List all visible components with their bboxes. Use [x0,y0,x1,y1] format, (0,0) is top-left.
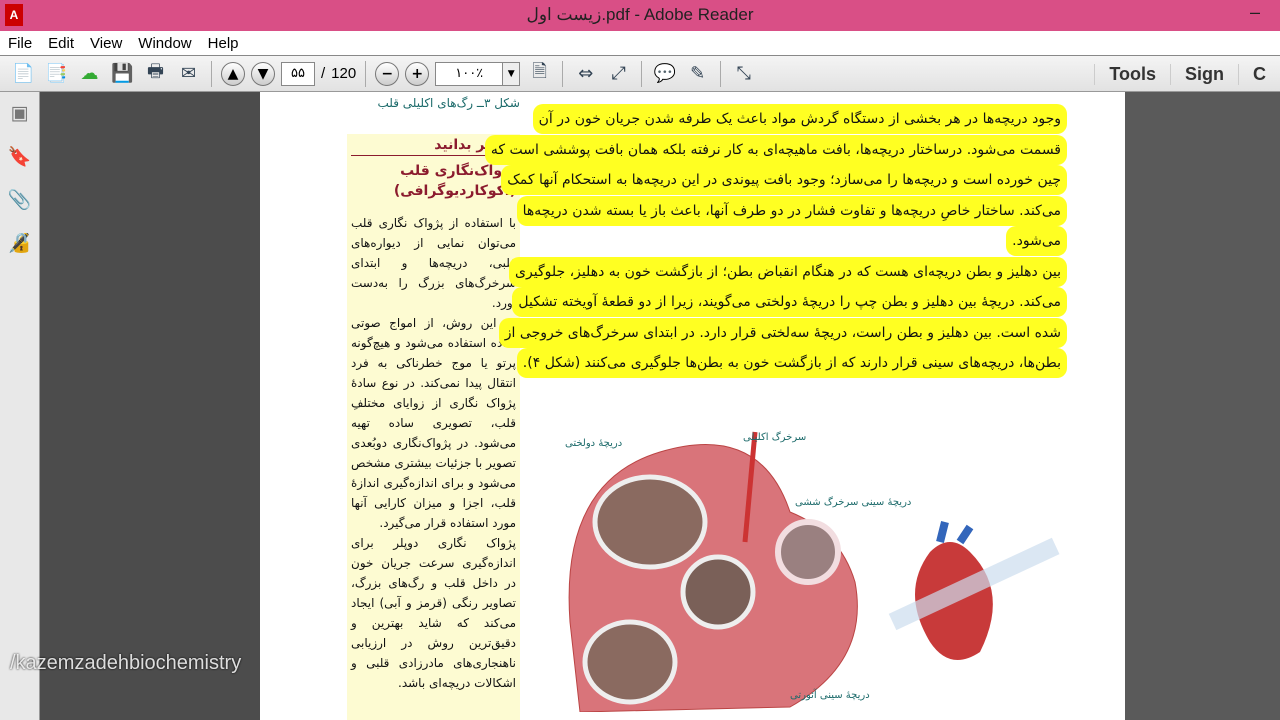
create-pdf-icon[interactable]: 📑 [43,60,70,87]
menu-file[interactable]: File [8,35,32,52]
zoom-in-button[interactable]: + [405,61,430,86]
label-mitral-valve: دریچهٔ دولختی [565,438,623,449]
comment-icon[interactable]: 💬 [651,60,678,87]
box-paragraph: پژواک نگاری دوپلر برای اندازه‌گیری سرعت … [351,536,516,690]
highlighted-line: می‌کند. دریچهٔ بین دهلیز و بطن چپ را دری… [512,287,1067,317]
page-view-icon[interactable]: 🗎 [526,60,553,87]
divider [562,60,564,87]
highlighted-line: می‌شود. [1006,226,1067,256]
heart-valves-figure: دریچهٔ دولختی سرخرگ اکلیلی دریچهٔ سینی س… [540,422,1070,713]
heart-valves-illustration [568,431,1060,713]
watermark: /kazemzadehbiochemistry [10,652,242,674]
box-paragraph: با استفاده از پژواک نگاری قلب می‌توان نم… [351,216,516,310]
document-background-right [1125,92,1280,720]
open-icon[interactable]: 📄 [10,60,37,87]
window-title: زیست اول.pdf - Adobe Reader [526,5,754,24]
highlight-icon[interactable]: ✎ [684,60,711,87]
divider [211,60,212,87]
zoom-out-button[interactable]: − [375,61,400,86]
pdf-page: شکل ۳ــ رگ‌های اکلیلی قلب بیشتر بدانید پ… [260,92,1125,720]
toolbar: 📄 📑 ☁ 💾 🖶 ✉ ▲ ▼ ۵۵ / 120 − + ۱۰۰٪ ▼ 🗎 ⇔ … [0,55,1280,92]
print-icon[interactable]: 🖶 [142,60,169,87]
fit-width-icon[interactable]: ⇔ [572,60,599,87]
label-aortic-valve: دریچهٔ سینی آئورتی [790,690,870,701]
menu-help[interactable]: Help [208,35,239,52]
previous-page-button[interactable]: ▲ [221,61,245,86]
navigation-pane: ▣ 🔖 📎 🔏 [0,92,40,720]
highlighted-line: بطن‌ها، دریچه‌های سینی قرار دارند که از … [516,348,1067,378]
box-subtitle: (اکوکاردیوگرافی) [393,183,516,199]
menu-window[interactable]: Window [138,35,191,52]
page-total: 120 [331,65,357,82]
document-background-left [40,92,260,720]
box-paragraph: در این روش، از امواج صوتی ساده استفاده م… [351,316,516,530]
page-number-input[interactable]: ۵۵ [281,61,315,86]
highlighted-line: چین خورده است و دریچه‌ها را می‌سازد؛ وجو… [501,165,1067,195]
sign-button[interactable]: Sign [1170,64,1238,85]
next-page-button[interactable]: ▼ [251,61,275,86]
body-text: وجود دریچه‌ها در هر بخشی از دستگاه گردش … [484,104,1067,379]
title-bar: A زیست اول.pdf - Adobe Reader – [0,0,1280,31]
right-panels: Tools Sign C [1094,56,1280,93]
bookmark-icon[interactable]: 🔖 [8,145,32,169]
highlighted-line: وجود دریچه‌ها در هر بخشی از دستگاه گردش … [532,104,1067,134]
minimize-button[interactable]: – [1250,2,1260,23]
page-separator: / [321,65,326,82]
email-icon[interactable]: ✉ [175,60,202,87]
save-icon[interactable]: 💾 [109,60,136,87]
full-screen-icon[interactable]: ⤡ [730,60,757,87]
divider [365,60,367,87]
zoom-level-select[interactable]: ۱۰۰٪ [435,61,504,86]
attachment-icon[interactable]: 📎 [8,188,32,212]
highlighted-line: بین دهلیز و بطن دریچه‌ای هست که در هنگام… [509,256,1067,287]
tools-button[interactable]: Tools [1094,64,1170,85]
label-pulmonary-valve: دریچهٔ سینی سرخرگ ششی [795,497,912,508]
signatures-icon[interactable]: 🔏 [8,231,32,255]
divider [641,60,643,87]
chevron-down-icon[interactable]: ▼ [502,61,521,86]
menu-bar: File Edit View Window Help [0,31,1280,55]
figure-caption: شکل ۳ــ رگ‌های اکلیلی قلب [377,96,520,110]
page-thumbnails-icon[interactable]: ▣ [8,102,32,126]
highlighted-line: قسمت می‌شود. درساختار دریچه‌ها، بافت ماه… [484,134,1067,165]
divider [720,60,722,87]
highlighted-line: شده است. بین دهلیز و بطن راست، دریچهٔ سه… [498,317,1067,348]
fit-page-icon[interactable]: ⤢ [605,60,632,87]
cloud-upload-icon[interactable]: ☁ [76,60,103,87]
highlighted-line: می‌کند. ساختار خاصِ دریچه‌ها و تفاوت فشا… [516,195,1067,226]
menu-edit[interactable]: Edit [48,35,74,52]
label-coronary-artery: سرخرگ اکلیلی [743,432,807,443]
learn-more-box: بیشتر بدانید پژواک‌نگاری قلب (اکوکاردیوگ… [347,134,520,720]
menu-view[interactable]: View [90,35,122,52]
comment-button[interactable]: C [1238,64,1280,85]
